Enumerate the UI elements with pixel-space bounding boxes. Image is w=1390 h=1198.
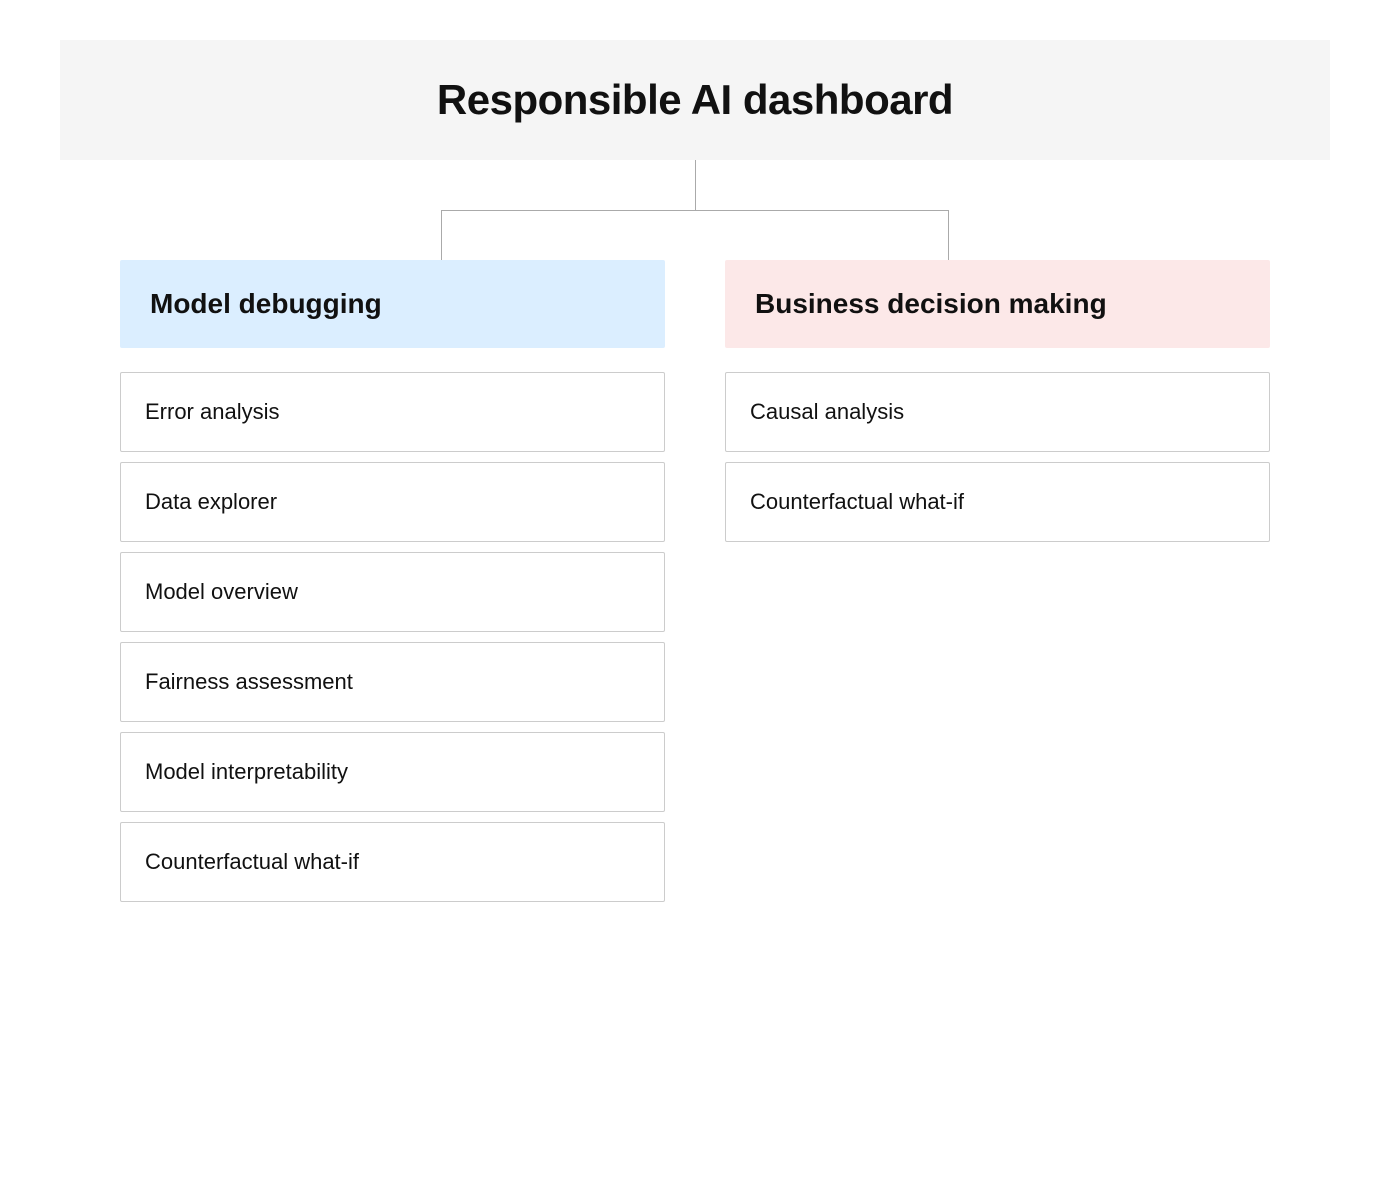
error-analysis-item[interactable]: Error analysis (120, 372, 665, 452)
fairness-assessment-label: Fairness assessment (145, 669, 353, 694)
tree-container (60, 160, 1330, 260)
counterfactual-whatif-right-item[interactable]: Counterfactual what-if (725, 462, 1270, 542)
model-overview-label: Model overview (145, 579, 298, 604)
counterfactual-whatif-right-label: Counterfactual what-if (750, 489, 964, 514)
title-section: Responsible AI dashboard (60, 40, 1330, 160)
model-interpretability-label: Model interpretability (145, 759, 348, 784)
model-debugging-column: Model debugging Error analysis Data expl… (120, 260, 665, 912)
page-wrapper: Responsible AI dashboard Model debugging… (0, 0, 1390, 972)
business-decision-title: Business decision making (755, 288, 1107, 319)
branches-row (187, 210, 1203, 260)
model-debugging-header: Model debugging (120, 260, 665, 348)
counterfactual-whatif-left-label: Counterfactual what-if (145, 849, 359, 874)
columns-wrapper: Model debugging Error analysis Data expl… (60, 260, 1330, 912)
vertical-line-top (695, 160, 696, 210)
branch-right-connector (948, 210, 949, 260)
data-explorer-item[interactable]: Data explorer (120, 462, 665, 542)
data-explorer-label: Data explorer (145, 489, 277, 514)
business-decision-column: Business decision making Causal analysis… (725, 260, 1270, 912)
model-overview-item[interactable]: Model overview (120, 552, 665, 632)
model-debugging-title: Model debugging (150, 288, 382, 319)
causal-analysis-label: Causal analysis (750, 399, 904, 424)
counterfactual-whatif-left-item[interactable]: Counterfactual what-if (120, 822, 665, 902)
page-title: Responsible AI dashboard (80, 76, 1310, 124)
error-analysis-label: Error analysis (145, 399, 279, 424)
fairness-assessment-item[interactable]: Fairness assessment (120, 642, 665, 722)
business-decision-header: Business decision making (725, 260, 1270, 348)
model-interpretability-item[interactable]: Model interpretability (120, 732, 665, 812)
causal-analysis-item[interactable]: Causal analysis (725, 372, 1270, 452)
